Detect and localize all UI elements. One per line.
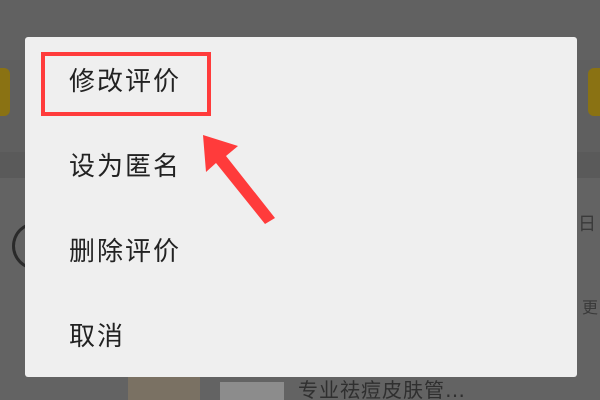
menu-item-delete-review[interactable]: 删除评价 bbox=[25, 207, 577, 291]
background-yellow-button-left bbox=[0, 68, 10, 116]
background-product-title: 专业祛痘皮肤管… bbox=[298, 378, 466, 400]
background-yellow-button-right bbox=[588, 68, 600, 116]
menu-item-set-anonymous[interactable]: 设为匿名 bbox=[25, 122, 577, 206]
menu-item-cancel[interactable]: 取消 bbox=[25, 292, 577, 376]
background-more-text: 更 bbox=[581, 298, 598, 317]
screen: 日 更 专业祛痘皮肤管… 修改评价 设为匿名 删除评价 取消 bbox=[0, 0, 600, 400]
background-date-text: 日 bbox=[578, 214, 596, 235]
background-product-image bbox=[128, 374, 200, 400]
annotation-highlight-box bbox=[41, 52, 211, 116]
background-product-image-2 bbox=[220, 382, 284, 400]
